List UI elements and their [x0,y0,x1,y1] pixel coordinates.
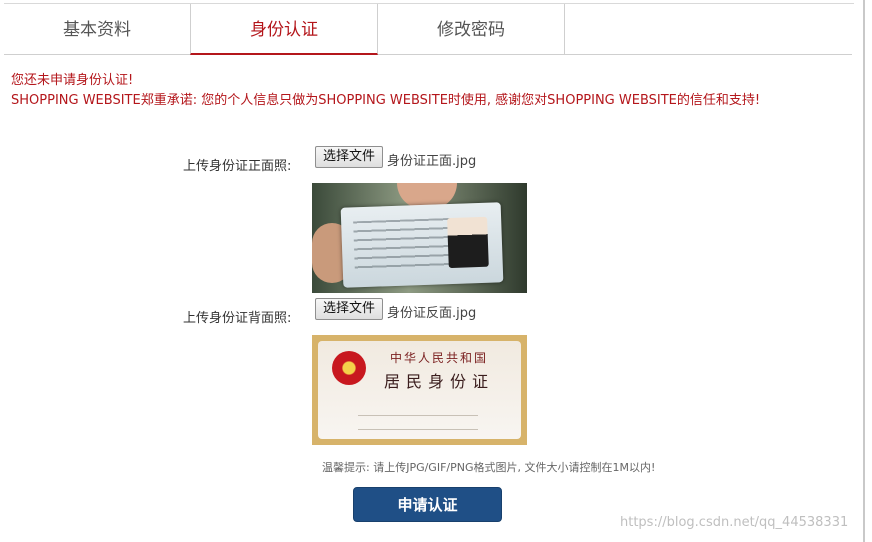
submit-verification-button[interactable]: 申请认证 [353,487,502,522]
back-file-name: 身份证反面.jpg [387,306,477,321]
watermark-text: https://blog.csdn.net/qq_44538331 [620,515,849,530]
card-text-lines [353,217,455,272]
notice-line-2: SHOPPING WEBSITE郑重承诺: 您的个人信息只做为SHOPPING … [11,92,761,108]
id-card-front [340,202,504,288]
right-border-line [863,0,865,542]
card-title-large: 居民身份证 [384,372,495,391]
upload-hint: 温馨提示: 请上传JPG/GIF/PNG格式图片, 文件大小请控制在1M以内! [322,461,656,474]
card-line [358,415,478,416]
card-line [358,429,478,430]
national-emblem-icon [332,351,366,385]
notice-line-1: 您还未申请身份认证! [11,73,134,88]
back-upload-label: 上传身份证背面照: [183,311,292,326]
tab-change-password[interactable]: 修改密码 [378,4,565,54]
card-title-small: 中华人民共和国 [390,351,489,365]
tab-basic-info[interactable]: 基本资料 [4,4,190,54]
tab-bar: 基本资料 身份认证 修改密码 [4,4,852,55]
card-portrait [447,216,489,269]
id-front-preview-image [312,183,527,293]
front-choose-file-button[interactable]: 选择文件 [315,146,384,168]
tab-identity-verification[interactable]: 身份认证 [190,4,378,55]
id-card-back: 中华人民共和国 居民身份证 [318,341,521,439]
notice-message: 您还未申请身份认证! SHOPPING WEBSITE郑重承诺: 您的个人信息只… [11,71,831,110]
id-back-preview-image: 中华人民共和国 居民身份证 [312,335,527,445]
front-upload-label: 上传身份证正面照: [183,159,292,174]
back-choose-file-button[interactable]: 选择文件 [315,298,384,320]
front-file-name: 身份证正面.jpg [387,154,477,169]
